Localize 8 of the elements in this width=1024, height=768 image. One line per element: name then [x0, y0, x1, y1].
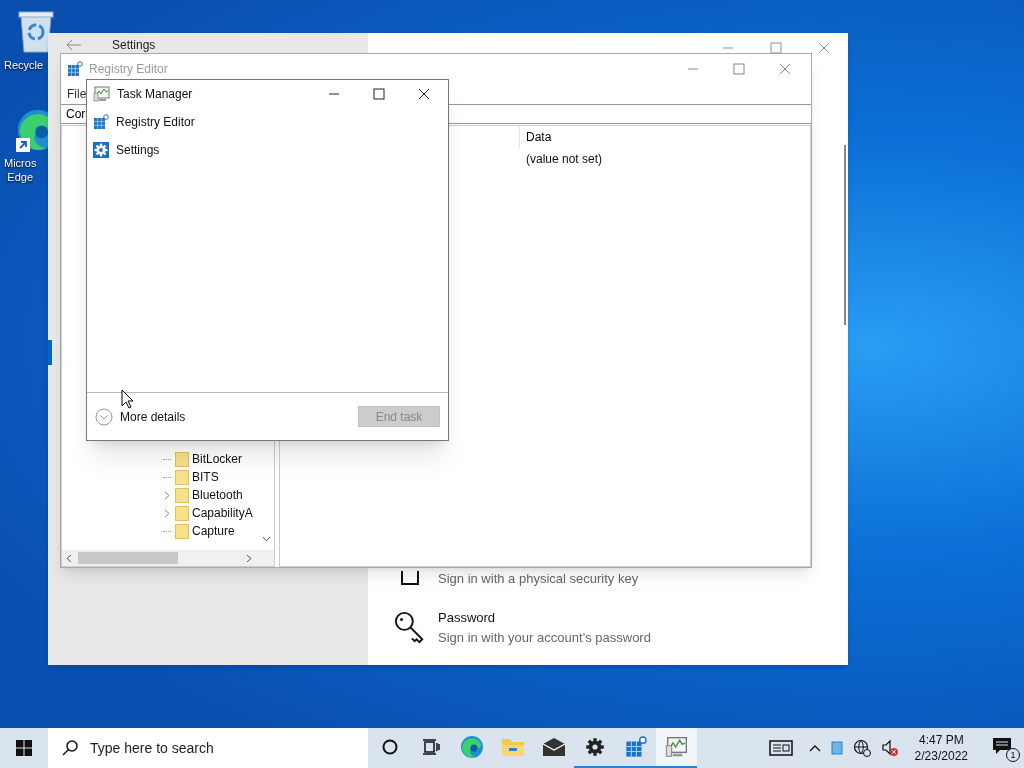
- option-title: Password: [438, 609, 497, 627]
- notification-count: 1: [1006, 748, 1020, 762]
- table-cell-text: (value not set): [526, 151, 603, 168]
- window-title: Settings: [112, 37, 156, 54]
- window-title: Task Manager: [117, 86, 193, 103]
- option-description: Sign in with a physical security key: [438, 569, 639, 588]
- option-description: Sign in with your account’s password: [438, 628, 651, 647]
- window-title: Registry Editor: [89, 61, 168, 78]
